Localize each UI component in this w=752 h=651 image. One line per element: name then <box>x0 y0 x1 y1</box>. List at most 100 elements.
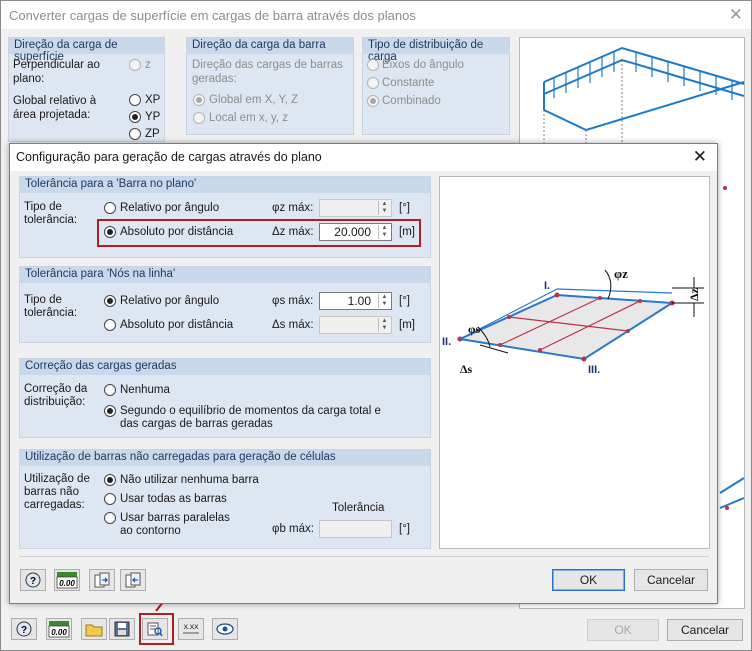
open-icon <box>85 624 103 637</box>
radio-nodes-relative-angle-label: Relativo por ângulo <box>120 295 220 307</box>
view-icon <box>216 623 234 635</box>
dialog-close-icon[interactable]: ✕ <box>693 147 707 167</box>
radio-nodes-absolute-distance[interactable] <box>104 319 116 331</box>
surface-load-direction-header: Direção da carga de superfície <box>9 38 164 63</box>
member-load-direction-desc: Direção das cargas de barras geradas: <box>192 59 343 85</box>
main-window-title: Converter cargas de superfície em cargas… <box>1 1 751 29</box>
distribution-type-header: Tipo de distribuição de carga <box>363 38 509 63</box>
main-view-button[interactable] <box>212 618 238 640</box>
svg-text:Δz: Δz <box>687 287 701 301</box>
phi-s-spinner-icon[interactable]: ▲ ▼ <box>378 294 390 308</box>
main-cancel-button[interactable]: Cancelar <box>667 619 743 641</box>
main-close-icon[interactable]: ✕ <box>729 5 743 25</box>
tolerance-nodes-group: Tolerância para 'Nós na linha' Tipo de t… <box>19 266 431 343</box>
radio-xp-label: XP <box>145 94 161 106</box>
delta-s-unit: [m] <box>399 319 415 331</box>
dialog-export-button[interactable] <box>120 569 146 591</box>
radio-perpendicular-z[interactable] <box>129 59 141 71</box>
radio-correction-moment[interactable] <box>104 405 116 417</box>
dialog-title: Configuração para geração de cargas atra… <box>10 144 717 171</box>
radio-global-xyz-label: Global em X, Y, Z <box>209 94 299 106</box>
radio-xp[interactable] <box>129 94 141 106</box>
radio-all-members-label: Usar todas as barras <box>120 493 227 505</box>
phi-b-max-label: φb máx: <box>272 523 314 535</box>
radio-local-xyz[interactable] <box>193 112 205 124</box>
phi-z-spinner-icon[interactable]: ▲ ▼ <box>378 201 390 215</box>
generation-settings-highlight <box>139 613 174 645</box>
radio-nodes-relative-angle[interactable] <box>104 295 116 307</box>
save-icon <box>114 621 130 637</box>
radio-angle-axes-label: Eixos do ângulo <box>382 59 464 71</box>
radio-global-xyz[interactable] <box>193 94 205 106</box>
import-icon <box>94 572 110 588</box>
delta-s-max-input[interactable]: ▲ ▼ <box>319 316 392 334</box>
dialog-help-button[interactable]: ? <box>20 569 46 591</box>
unloaded-members-header: Utilização de barras não carregadas para… <box>20 450 430 466</box>
radio-combined[interactable] <box>367 95 379 107</box>
unloaded-members-label: Utilização de barras não carregadas: <box>24 473 90 511</box>
svg-text:0.00: 0.00 <box>59 579 75 588</box>
svg-text:II.: II. <box>442 336 451 348</box>
phi-b-unit: [°] <box>399 523 410 535</box>
svg-text:X.XX: X.XX <box>184 624 199 631</box>
tolerance-diagram: I. II. III. φz Δz φs Δs <box>442 266 704 376</box>
radio-yp[interactable] <box>129 111 141 123</box>
main-save-button[interactable] <box>109 618 135 640</box>
main-help-button[interactable]: ? <box>11 618 37 640</box>
phi-z-unit: [°] <box>399 202 410 214</box>
member-load-direction-header: Direção da carga da barra <box>187 38 353 54</box>
phi-s-max-label: φs máx: <box>272 295 314 307</box>
correction-group: Correção das cargas geradas Correção da … <box>19 358 431 438</box>
main-units-button[interactable]: 0.00 <box>46 618 72 640</box>
radio-zp-label: ZP <box>145 128 160 140</box>
units-icon: 0.00 <box>48 621 70 638</box>
radio-parallel-members-label: Usar barras paralelas ao contorno <box>120 512 230 537</box>
dialog-ok-button[interactable]: OK <box>552 569 625 591</box>
phi-s-unit: [°] <box>399 295 410 307</box>
radio-correction-none[interactable] <box>104 384 116 396</box>
radio-constant[interactable] <box>367 77 379 89</box>
radio-angle-axes[interactable] <box>367 59 379 71</box>
svg-text:φz: φz <box>614 266 628 281</box>
tolerance-nodes-type-label: Tipo de tolerância: <box>24 294 78 319</box>
radio-member-relative-angle-label: Relativo por ângulo <box>120 202 220 214</box>
absolute-distance-highlight <box>97 219 421 247</box>
delta-s-max-label: Δs máx: <box>272 319 314 331</box>
radio-perpendicular-z-label: z <box>145 59 151 71</box>
export-icon <box>125 572 141 588</box>
dialog-cancel-button[interactable]: Cancelar <box>634 569 708 591</box>
radio-parallel-members[interactable] <box>104 512 116 524</box>
tolerance-nodes-header: Tolerância para 'Nós na linha' <box>20 267 430 283</box>
member-load-direction-group: Direção da carga da barra Direção das ca… <box>186 37 354 135</box>
svg-text:Δs: Δs <box>460 362 473 376</box>
dialog-units-button[interactable]: 0.00 <box>54 569 80 591</box>
dialog-divider <box>19 556 709 557</box>
phi-s-max-input[interactable]: 1.00 ▲ ▼ <box>319 292 392 310</box>
correction-label: Correção da distribuição: <box>24 383 88 408</box>
phi-b-max-input[interactable] <box>319 520 392 538</box>
help-icon: ? <box>16 621 32 637</box>
surface-load-direction-group: Direção da carga de superfície Perpendic… <box>8 37 165 142</box>
units-icon: 0.00 <box>56 572 78 589</box>
svg-text:?: ? <box>21 625 27 636</box>
radio-yp-label: YP <box>145 111 161 123</box>
phi-z-max-label: φz máx: <box>272 202 314 214</box>
radio-all-members[interactable] <box>104 493 116 505</box>
radio-combined-label: Combinado <box>382 95 441 107</box>
main-ok-button[interactable]: OK <box>587 619 659 641</box>
unloaded-members-group: Utilização de barras não carregadas para… <box>19 449 431 549</box>
radio-no-members-label: Não utilizar nenhuma barra <box>120 474 259 486</box>
main-open-button[interactable] <box>81 618 107 640</box>
svg-text:I.: I. <box>544 280 550 292</box>
phi-z-max-input[interactable]: ▲ ▼ <box>319 199 392 217</box>
radio-zp[interactable] <box>129 128 141 140</box>
main-decimal-button[interactable]: X.XX <box>178 618 204 640</box>
radio-no-members[interactable] <box>104 474 116 486</box>
delta-s-spinner-icon[interactable]: ▲ ▼ <box>378 318 390 332</box>
radio-constant-label: Constante <box>382 77 435 89</box>
radio-correction-none-label: Nenhuma <box>120 384 170 396</box>
dialog-import-button[interactable] <box>89 569 115 591</box>
tolerance-diagram-panel: I. II. III. φz Δz φs Δs <box>439 176 710 549</box>
radio-member-relative-angle[interactable] <box>104 202 116 214</box>
global-projected-label: Global relativo à área projetada: <box>13 95 97 121</box>
